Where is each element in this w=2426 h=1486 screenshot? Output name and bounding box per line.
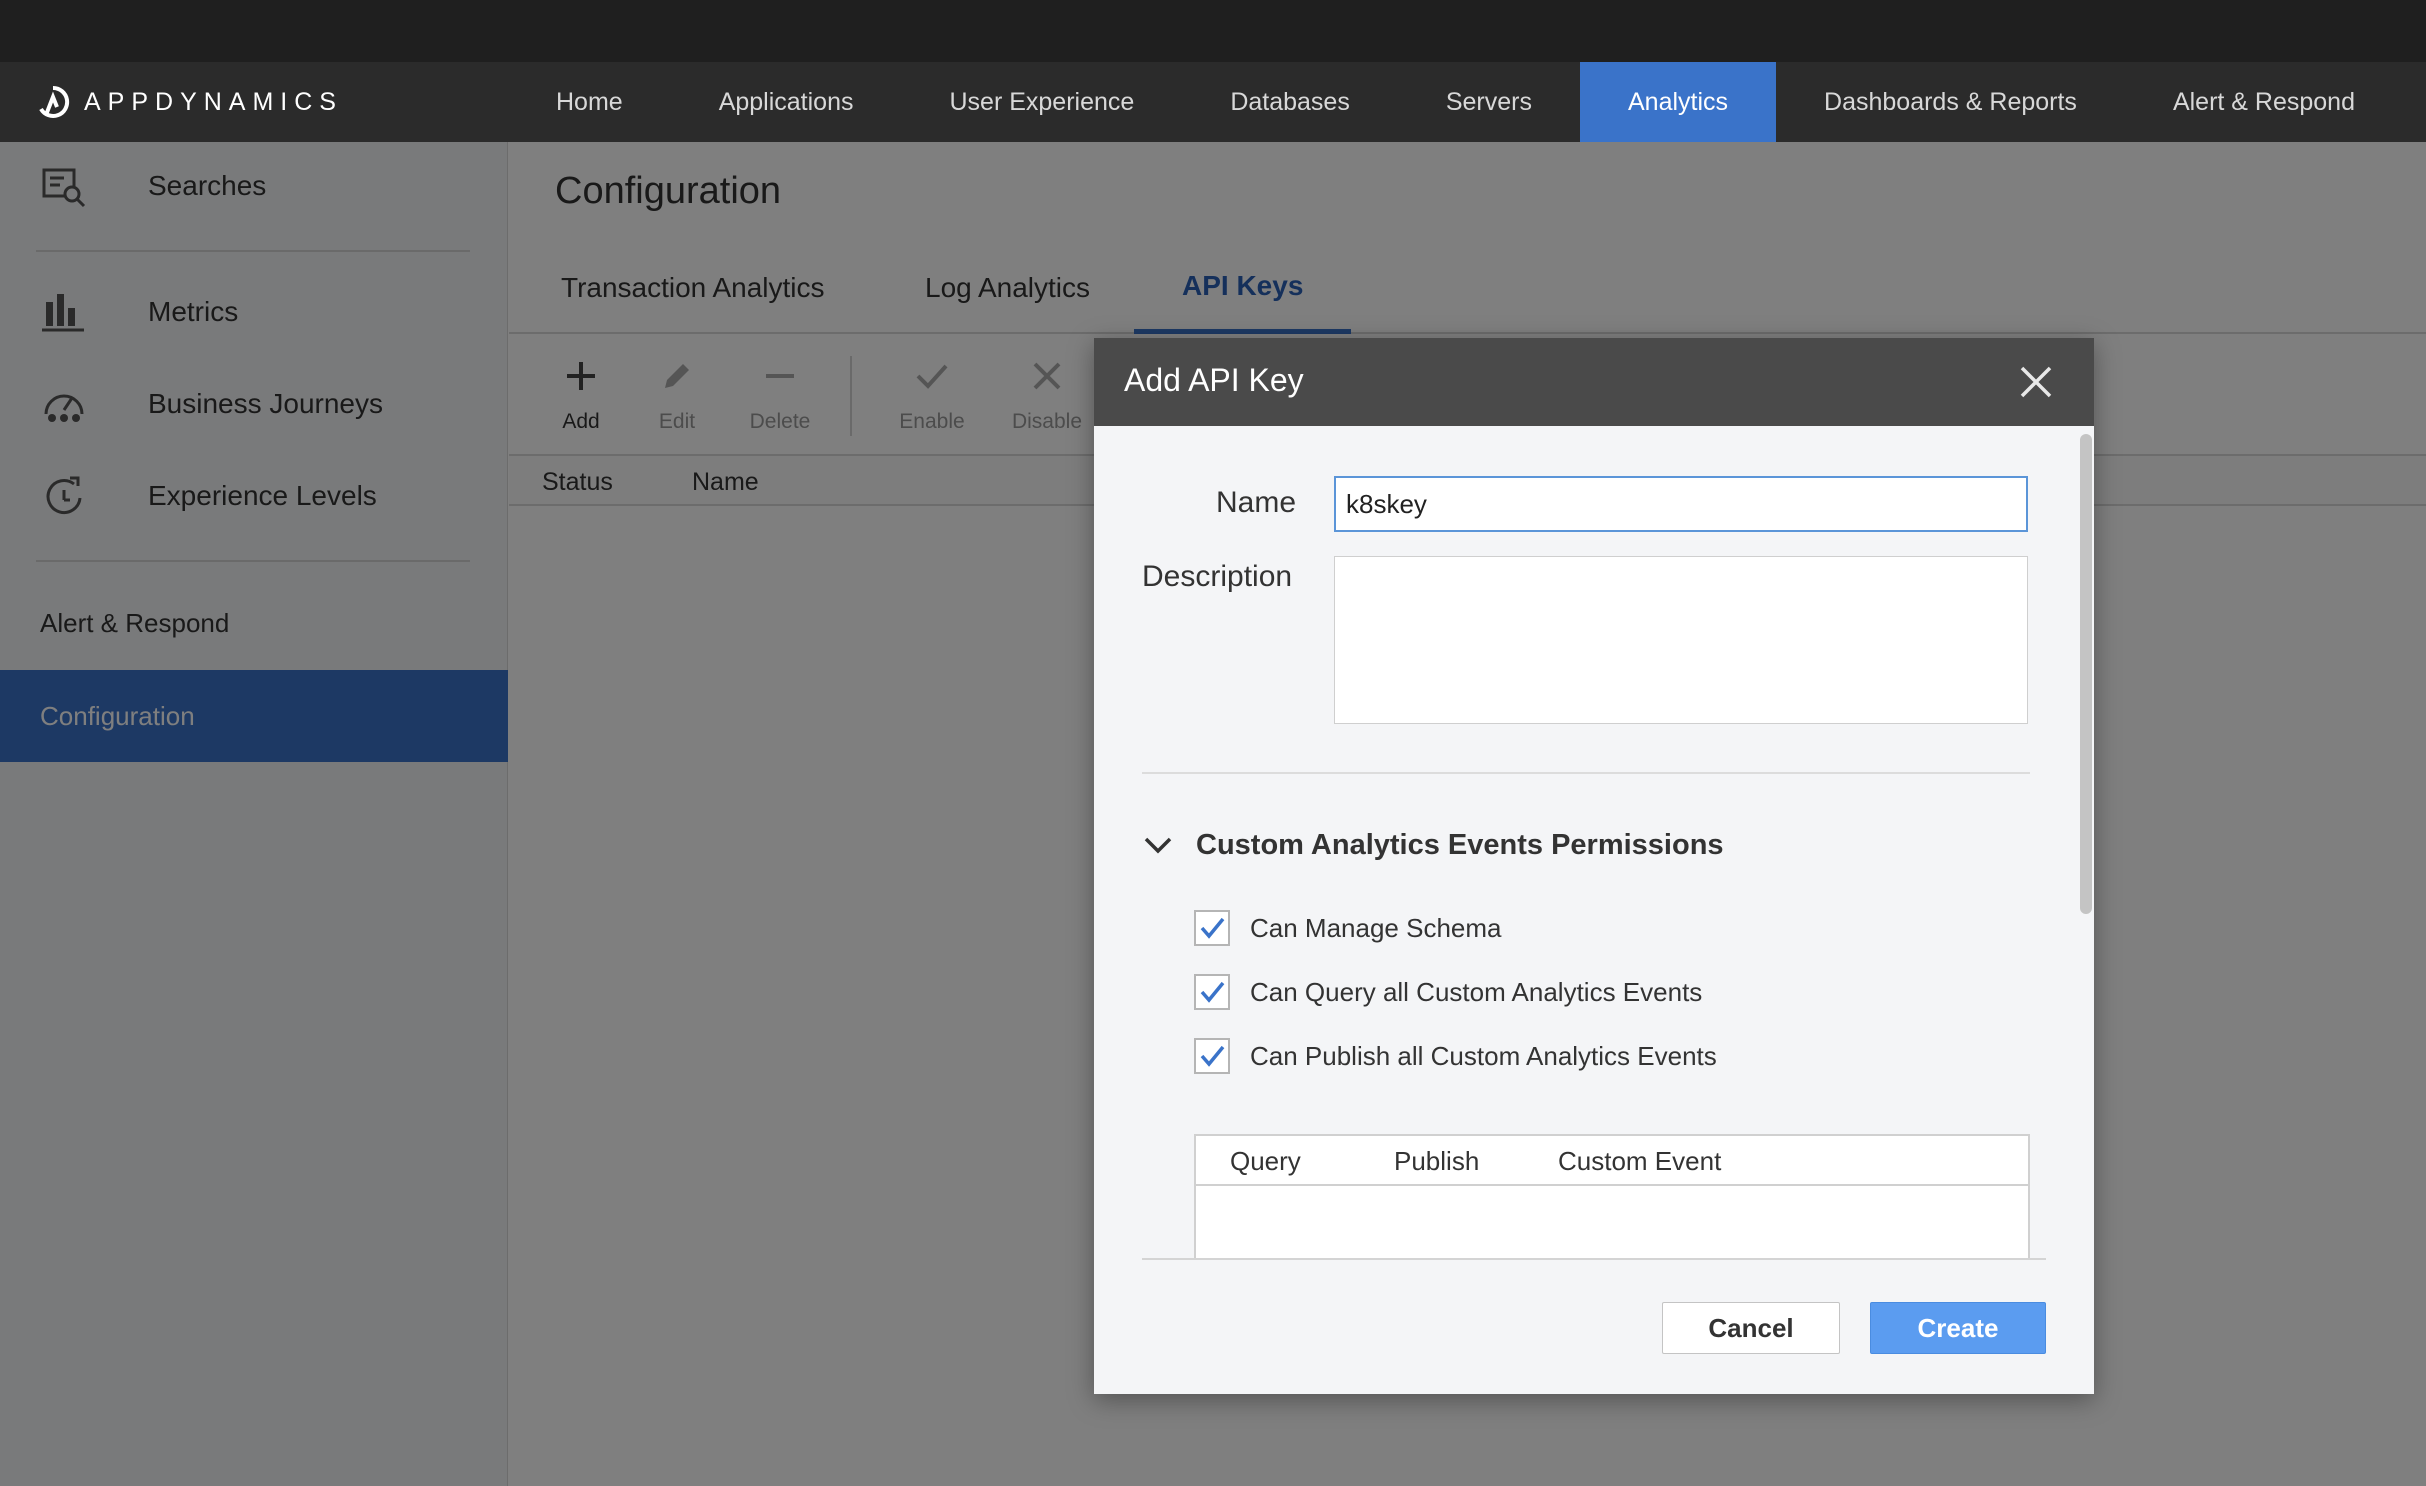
checkbox-row-publish-events[interactable]: Can Publish all Custom Analytics Events	[1194, 1036, 1717, 1076]
nav-alert-respond[interactable]: Alert & Respond	[2125, 62, 2403, 142]
nav-servers[interactable]: Servers	[1398, 62, 1580, 142]
custom-events-table-header: Query Publish Custom Event	[1196, 1136, 2028, 1186]
checkbox-label: Can Manage Schema	[1250, 912, 1502, 943]
add-api-key-dialog: Add API Key Name Description Custom Anal…	[1094, 338, 2094, 1394]
close-icon[interactable]	[2014, 360, 2058, 404]
window-top-strip	[0, 0, 2426, 62]
query-events-checkbox[interactable]	[1194, 974, 1230, 1010]
create-button[interactable]: Create	[1870, 1302, 2046, 1354]
top-navbar: APPDYNAMICS Home Applications User Exper…	[0, 62, 2426, 142]
nav-databases[interactable]: Databases	[1182, 62, 1398, 142]
section-divider	[1142, 772, 2030, 774]
checkmark-icon	[1200, 1045, 1225, 1067]
column-query[interactable]: Query	[1230, 1146, 1301, 1177]
nav-analytics[interactable]: Analytics	[1579, 62, 1777, 142]
checkmark-icon	[1200, 917, 1225, 939]
checkmark-icon	[1200, 981, 1225, 1003]
brand-logo[interactable]: APPDYNAMICS	[36, 62, 343, 142]
dialog-title: Add API Key	[1124, 362, 1304, 398]
footer-divider	[1142, 1258, 2046, 1260]
column-publish[interactable]: Publish	[1394, 1146, 1479, 1177]
column-custom-event[interactable]: Custom Event	[1558, 1146, 1721, 1177]
checkbox-row-manage-schema[interactable]: Can Manage Schema	[1194, 908, 1501, 948]
brand-logo-text: APPDYNAMICS	[84, 87, 343, 116]
dialog-scrollbar-thumb[interactable]	[2080, 434, 2092, 914]
permissions-section-toggle[interactable]: Custom Analytics Events Permissions	[1142, 822, 1724, 868]
checkbox-label: Can Publish all Custom Analytics Events	[1250, 1040, 1717, 1071]
top-nav-items: Home Applications User Experience Databa…	[508, 62, 2403, 142]
nav-user-experience[interactable]: User Experience	[902, 62, 1183, 142]
nav-home[interactable]: Home	[508, 62, 671, 142]
dialog-body: Name Description Custom Analytics Events…	[1094, 426, 2094, 1258]
chevron-down-icon	[1144, 837, 1172, 854]
checkbox-row-query-events[interactable]: Can Query all Custom Analytics Events	[1194, 972, 1702, 1012]
permissions-section-title: Custom Analytics Events Permissions	[1196, 828, 1724, 861]
manage-schema-checkbox[interactable]	[1194, 910, 1230, 946]
checkbox-label: Can Query all Custom Analytics Events	[1250, 976, 1703, 1007]
nav-applications[interactable]: Applications	[671, 62, 902, 142]
description-input[interactable]	[1334, 556, 2028, 724]
name-label: Name	[1216, 486, 1297, 519]
description-label: Description	[1142, 560, 1293, 593]
name-input[interactable]	[1334, 476, 2028, 532]
cancel-button[interactable]: Cancel	[1662, 1302, 1840, 1354]
custom-events-table: Query Publish Custom Event	[1194, 1134, 2030, 1258]
publish-events-checkbox[interactable]	[1194, 1038, 1230, 1074]
appdynamics-logo-icon	[39, 85, 70, 118]
nav-dashboards-reports[interactable]: Dashboards & Reports	[1776, 62, 2125, 142]
dialog-header: Add API Key	[1094, 338, 2094, 426]
